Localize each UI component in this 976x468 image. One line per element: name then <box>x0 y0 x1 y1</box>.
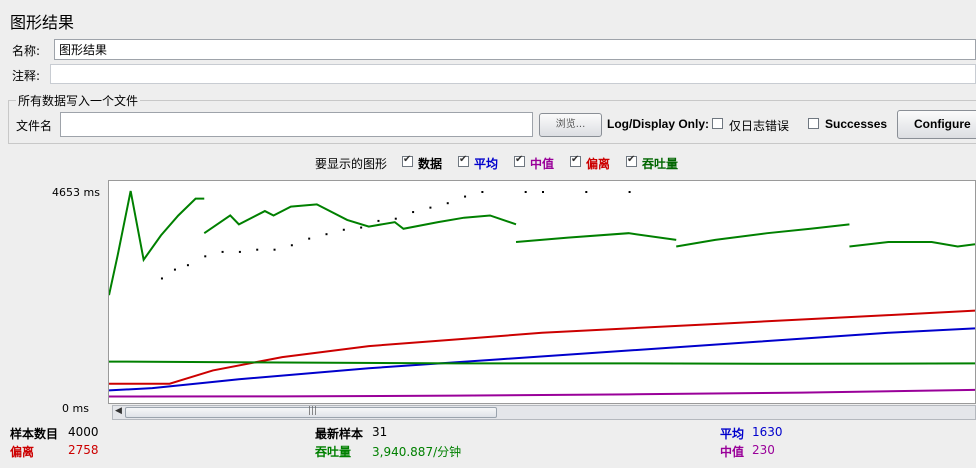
series-data-point-21 <box>542 191 544 193</box>
filename-label: 文件名 <box>16 119 53 133</box>
series-data-point-22 <box>585 191 588 193</box>
legend-data-check[interactable] <box>402 154 413 167</box>
errors-only-checkbox-box[interactable] <box>712 118 723 129</box>
series-data-point-23 <box>628 191 631 193</box>
errors-only-checkbox[interactable] <box>712 118 723 132</box>
series-data-point-9 <box>308 237 311 240</box>
configure-button[interactable]: Configure <box>897 110 976 139</box>
legend-data-label: 数据 <box>418 157 443 171</box>
throughput-value: 3,940.887/分钟 <box>372 445 462 459</box>
series-line-2 <box>109 309 975 385</box>
series-data-point-12 <box>360 226 363 229</box>
y-axis-max-label: 4653 ms <box>52 186 100 199</box>
latest-sample-label: 最新样本 <box>315 427 364 441</box>
series-throughput-segment-0 <box>109 190 205 296</box>
series-throughput-segment-3 <box>676 223 850 248</box>
legend-data-checkbox[interactable] <box>402 154 413 170</box>
successes-checkbox-box[interactable] <box>808 118 819 129</box>
panel-title: 图形结果 <box>10 13 75 32</box>
series-data-point-4 <box>221 250 224 253</box>
graph-horizontal-scrollbar[interactable]: ◀ ||| <box>112 405 976 420</box>
series-data-point-0 <box>160 277 163 280</box>
graph-area <box>108 180 976 404</box>
legend-deviation-checkbox[interactable] <box>570 154 581 170</box>
series-data-point-10 <box>325 233 328 236</box>
file-group-title: 所有数据写入一个文件 <box>16 92 141 109</box>
legend-throughput-checkbox[interactable] <box>626 154 637 170</box>
latest-sample-value: 31 <box>372 425 388 439</box>
filename-input[interactable] <box>60 112 533 137</box>
legend-average-checkbox[interactable] <box>458 154 469 170</box>
series-data-point-16 <box>429 206 432 209</box>
series-throughput-segment-4 <box>849 241 975 248</box>
legend-median-checkbox[interactable] <box>514 154 525 170</box>
series-data-point-13 <box>377 219 380 222</box>
series-line-5 <box>109 360 975 365</box>
series-data-point-8 <box>290 244 293 247</box>
series-data-point-20 <box>524 191 527 193</box>
series-data-point-18 <box>464 195 467 198</box>
series-data-point-17 <box>446 202 449 205</box>
legend-average-label: 平均 <box>474 157 499 171</box>
name-label: 名称: <box>12 44 41 58</box>
series-data-point-19 <box>481 191 484 193</box>
comment-label: 注释: <box>12 69 41 83</box>
series-data-point-3 <box>204 255 207 258</box>
series-data-point-5 <box>238 250 241 253</box>
legend-deviation-check[interactable] <box>570 154 581 167</box>
name-input[interactable]: 图形结果 <box>54 39 976 60</box>
legend-throughput-check[interactable] <box>626 154 637 167</box>
browse-button[interactable]: 浏览... <box>539 113 602 137</box>
scrollbar-grip-icon: ||| <box>308 406 318 416</box>
median-label: 中值 <box>720 445 745 459</box>
series-line-4 <box>109 388 975 398</box>
scroll-left-arrow-icon[interactable]: ◀ <box>115 406 122 416</box>
successes-label: Successes <box>825 117 888 131</box>
series-throughput-segment-1 <box>203 203 517 235</box>
series-data-point-1 <box>173 268 176 271</box>
graph-svg <box>109 190 975 398</box>
series-line-3 <box>109 327 975 392</box>
legend-average-check[interactable] <box>458 154 469 167</box>
y-axis-min-label: 0 ms <box>62 402 89 415</box>
series-data-point-2 <box>186 264 189 267</box>
average-value: 1630 <box>752 425 783 439</box>
average-label: 平均 <box>720 427 745 441</box>
deviation-value: 2758 <box>68 443 99 457</box>
log-display-label: Log/Display Only: <box>607 117 710 131</box>
samples-value: 4000 <box>68 425 99 439</box>
series-data-point-15 <box>412 211 415 214</box>
legend-deviation-label: 偏离 <box>586 157 611 171</box>
legend-throughput-label: 吞吐量 <box>642 157 679 171</box>
series-data-point-11 <box>342 228 345 231</box>
graphs-to-display-label: 要显示的图形 <box>315 157 388 171</box>
series-data-point-7 <box>273 248 276 251</box>
errors-only-label: 仅日志错误 <box>729 119 790 133</box>
series-throughput-segment-2 <box>515 232 677 244</box>
series-data-point-6 <box>256 248 259 251</box>
scrollbar-thumb[interactable]: ||| <box>125 406 497 418</box>
samples-label: 样本数目 <box>10 427 59 441</box>
series-data-point-14 <box>394 217 397 220</box>
successes-checkbox[interactable] <box>808 118 819 132</box>
throughput-label: 吞吐量 <box>315 445 352 459</box>
legend-median-check[interactable] <box>514 154 525 167</box>
median-value: 230 <box>752 443 775 457</box>
deviation-label: 偏离 <box>10 445 35 459</box>
comment-input[interactable] <box>50 64 976 84</box>
legend-median-label: 中值 <box>530 157 555 171</box>
